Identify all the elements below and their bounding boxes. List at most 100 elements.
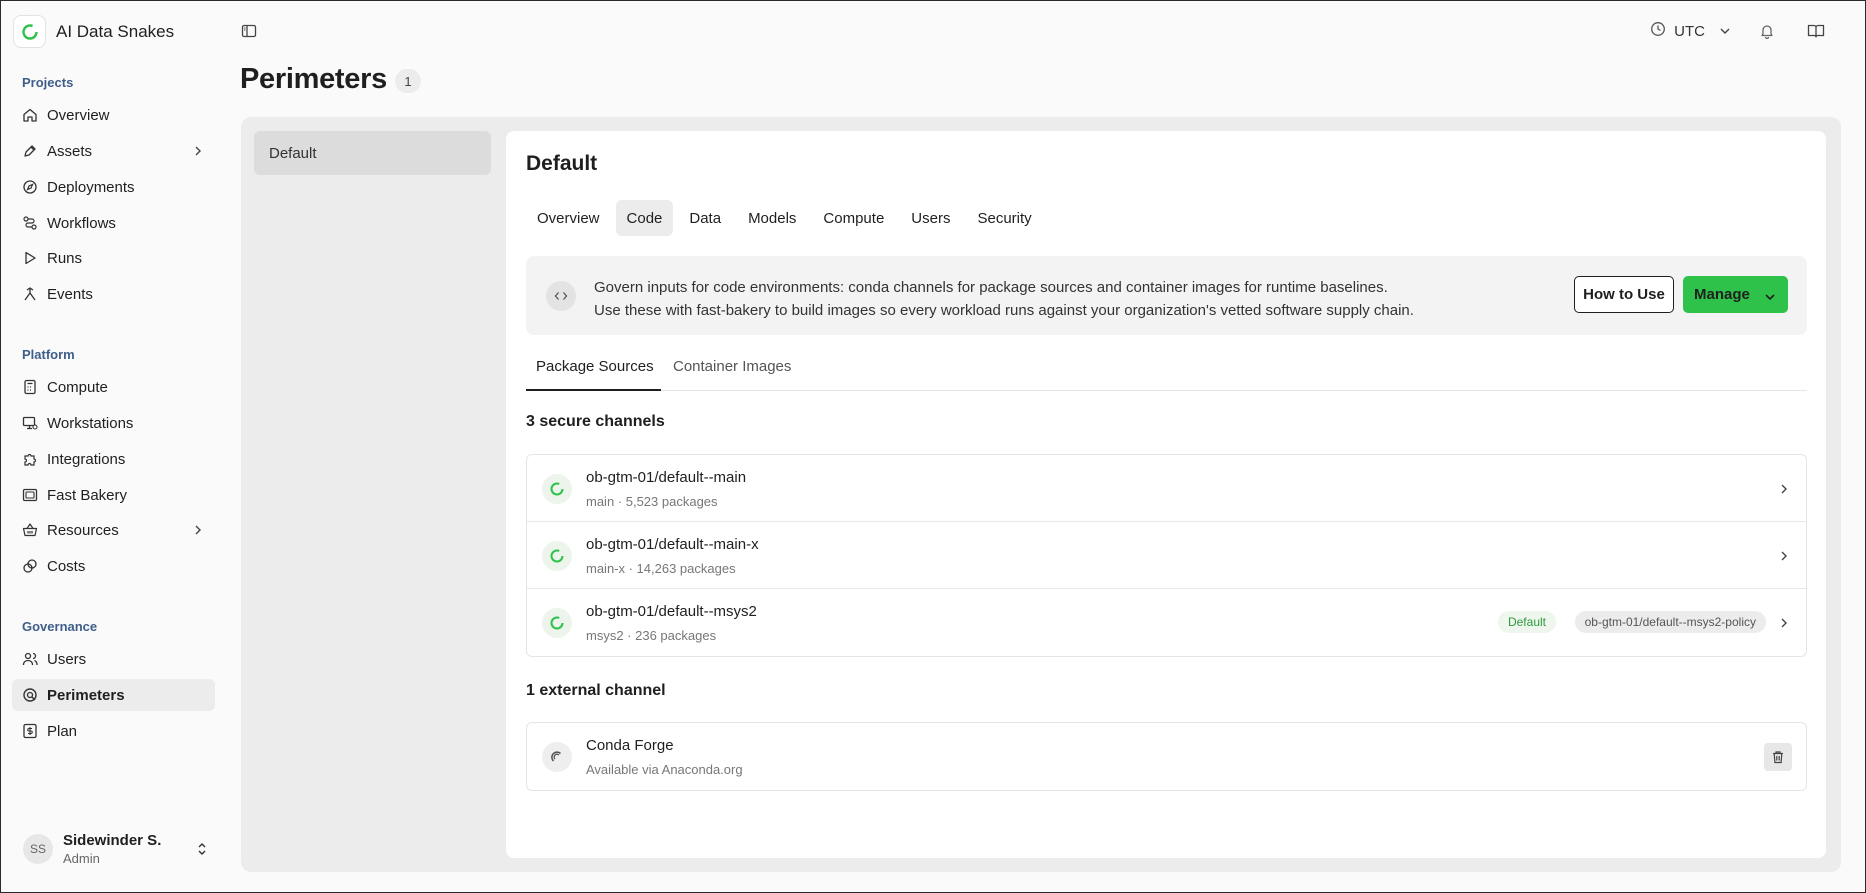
source-subtabs: Package Sources Container Images — [526, 351, 1807, 391]
events-icon — [22, 286, 38, 302]
how-to-use-button[interactable]: How to Use — [1574, 276, 1674, 313]
conda-forge-icon — [542, 742, 572, 772]
sidebar-panel-icon — [241, 24, 257, 38]
sidebar-item-label: Workstations — [47, 414, 134, 432]
list-item[interactable]: ob-gtm-01/default--msys2 msys2 · 236 pac… — [527, 589, 1806, 656]
chevron-right-icon — [193, 523, 203, 540]
sidebar-item-perimeters[interactable]: Perimeters — [12, 679, 215, 711]
list-item[interactable]: ob-gtm-01/default--main main · 5,523 pac… — [527, 455, 1806, 522]
external-channel-list: Conda Forge Available via Anaconda.org — [526, 722, 1807, 791]
dollar-icon — [22, 723, 38, 739]
sidebar-item-integrations[interactable]: Integrations — [12, 443, 215, 475]
tab-security[interactable]: Security — [966, 200, 1042, 236]
tab-users[interactable]: Users — [900, 200, 961, 236]
secure-channels-heading: 3 secure channels — [526, 413, 665, 430]
sidebar-item-label: Runs — [47, 249, 83, 267]
sidebar-item-workflows[interactable]: Workflows — [12, 207, 215, 239]
workflow-icon — [22, 215, 38, 231]
chevron-right-icon — [1779, 549, 1789, 566]
chevron-right-icon — [1779, 482, 1789, 499]
secure-channel-list: ob-gtm-01/default--main main · 5,523 pac… — [526, 454, 1807, 657]
info-banner: Govern inputs for code environments: con… — [526, 256, 1807, 335]
sidebar-item-label: Deployments — [47, 178, 135, 196]
user-role: Admin — [63, 851, 100, 866]
info-line-2: Use these with fast-bakery to build imag… — [594, 302, 1414, 319]
bakery-icon — [22, 487, 38, 503]
count-badge: 1 — [395, 69, 421, 93]
brand[interactable]: AI Data Snakes — [13, 15, 174, 48]
channel-name: ob-gtm-01/default--main-x — [586, 536, 759, 553]
sidebar-item-events[interactable]: Events — [12, 278, 215, 310]
ring-logo-icon — [13, 15, 46, 48]
list-item: Conda Forge Available via Anaconda.org — [527, 723, 1806, 790]
bell-icon[interactable] — [1759, 23, 1775, 39]
workstation-icon — [22, 415, 38, 431]
sidebar-item-label: Events — [47, 285, 93, 303]
sidebar-item-deployments[interactable]: Deployments — [12, 171, 215, 203]
sidebar-item-resources[interactable]: Resources — [12, 514, 215, 546]
sidebar-item-label: Workflows — [47, 214, 116, 232]
sidebar-toggle-button[interactable] — [239, 21, 259, 41]
perimeter-icon — [22, 687, 38, 703]
tab-models[interactable]: Models — [737, 200, 807, 236]
book-icon[interactable] — [1807, 23, 1825, 39]
manage-button[interactable]: Manage — [1683, 276, 1788, 313]
sidebar-item-label: Fast Bakery — [47, 486, 128, 504]
sidebar-item-overview[interactable]: Overview — [12, 99, 215, 131]
chevron-down-icon — [1719, 23, 1731, 40]
user-name: Sidewinder S. — [63, 832, 162, 849]
compass-icon — [22, 179, 38, 195]
channel-status-icon — [542, 608, 572, 638]
channel-name: ob-gtm-01/default--msys2 — [586, 603, 757, 620]
tab-code[interactable]: Code — [615, 200, 674, 236]
tab-overview[interactable]: Overview — [526, 200, 611, 236]
timezone-label: UTC — [1674, 22, 1705, 40]
external-channels-heading: 1 external channel — [526, 682, 666, 699]
sidebar-item-workstations[interactable]: Workstations — [12, 407, 215, 439]
info-line-1: Govern inputs for code environments: con… — [594, 279, 1388, 296]
sidebar-item-label: Perimeters — [47, 686, 125, 704]
app-window: AI Data Snakes Projects Overview Assets … — [0, 0, 1866, 893]
detail-title: Default — [526, 152, 598, 175]
sidebar-item-compute[interactable]: Compute — [12, 371, 215, 403]
channel-status-icon — [542, 474, 572, 504]
timezone-selector[interactable]: UTC — [1650, 21, 1731, 41]
sidebar-item-plan[interactable]: Plan — [12, 715, 215, 747]
top-right-controls: UTC — [1650, 21, 1825, 41]
user-menu[interactable]: SS Sidewinder S. Admin — [23, 829, 213, 869]
sidebar-item-costs[interactable]: Costs — [12, 550, 215, 582]
perimeter-list-item[interactable]: Default — [254, 131, 491, 175]
sidebar: AI Data Snakes Projects Overview Assets … — [1, 1, 227, 892]
sidebar-item-runs[interactable]: Runs — [12, 242, 215, 274]
delete-channel-button[interactable] — [1764, 743, 1792, 771]
code-icon — [546, 281, 576, 311]
sidebar-item-assets[interactable]: Assets — [12, 135, 215, 167]
sidebar-item-users[interactable]: Users — [12, 643, 215, 675]
chevron-right-icon — [1779, 616, 1789, 633]
sidebar-item-label: Costs — [47, 557, 86, 575]
brand-name: AI Data Snakes — [56, 21, 175, 41]
list-item[interactable]: ob-gtm-01/default--main-x main-x · 14,26… — [527, 522, 1806, 589]
sidebar-item-label: Compute — [47, 378, 108, 396]
basket-icon — [22, 522, 38, 538]
chevron-updown-icon — [197, 841, 207, 861]
channel-meta: main · 5,523 packages — [586, 494, 718, 509]
sidebar-item-label: Assets — [47, 142, 93, 160]
play-icon — [22, 250, 38, 266]
section-label-governance: Governance — [22, 619, 98, 634]
coins-icon — [22, 558, 38, 574]
sidebar-item-label: Plan — [47, 722, 78, 740]
channel-name: ob-gtm-01/default--main — [586, 469, 747, 486]
sidebar-item-fast-bakery[interactable]: Fast Bakery — [12, 479, 215, 511]
subtab-package-sources[interactable]: Package Sources — [526, 351, 661, 391]
tab-data[interactable]: Data — [678, 200, 732, 236]
sidebar-item-label: Overview — [47, 106, 110, 124]
subtab-container-images[interactable]: Container Images — [673, 351, 791, 391]
info-text: Govern inputs for code environments: con… — [594, 276, 1414, 322]
section-label-projects: Projects — [22, 75, 74, 90]
chevron-down-icon — [1764, 289, 1776, 306]
tab-compute[interactable]: Compute — [812, 200, 895, 236]
puzzle-icon — [22, 451, 38, 467]
channel-meta: Available via Anaconda.org — [586, 762, 743, 777]
section-label-platform: Platform — [22, 347, 75, 362]
